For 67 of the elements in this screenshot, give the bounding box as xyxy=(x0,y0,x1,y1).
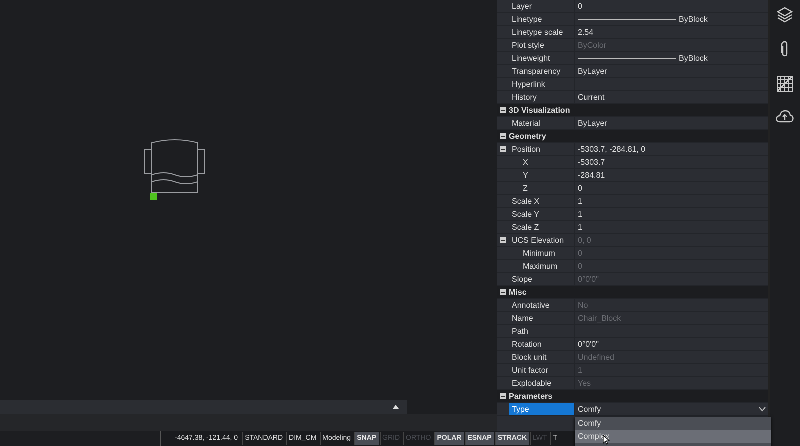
section-header[interactable]: 3D Visualization xyxy=(497,104,768,117)
property-label[interactable]: Type xyxy=(509,403,575,415)
section-title: Misc xyxy=(509,288,527,296)
property-label[interactable]: Scale Y xyxy=(509,208,575,220)
property-value[interactable]: -5303.7, -284.81, 0 xyxy=(578,144,646,154)
property-value[interactable]: Comfy xyxy=(578,404,602,414)
property-label[interactable]: Rotation xyxy=(509,338,575,350)
dropdown-option[interactable]: Complex xyxy=(575,430,771,443)
section-title: 3D Visualization xyxy=(509,106,570,114)
property-label[interactable]: Path xyxy=(509,325,575,337)
collapse-icon[interactable] xyxy=(500,133,506,139)
section-header[interactable]: Parameters xyxy=(497,390,768,403)
property-value[interactable]: ByBlock xyxy=(679,54,708,62)
collapse-icon[interactable] xyxy=(500,393,506,399)
property-label[interactable]: UCS Elevation xyxy=(509,234,575,246)
property-label[interactable]: Layer xyxy=(509,0,575,12)
property-label[interactable]: Annotative xyxy=(509,299,575,311)
property-value[interactable]: 1 xyxy=(578,222,582,232)
chair-drawing xyxy=(144,137,206,201)
property-label[interactable]: History xyxy=(509,91,575,103)
section-title: Geometry xyxy=(509,132,546,140)
property-value[interactable]: 0°0'0" xyxy=(578,340,599,348)
property-value[interactable]: -5303.7 xyxy=(578,158,606,166)
collapse-icon[interactable] xyxy=(500,237,506,243)
property-label[interactable]: Lineweight xyxy=(509,52,575,64)
property-value[interactable]: 2.54 xyxy=(578,28,594,36)
property-value[interactable]: -284.81 xyxy=(578,170,606,180)
property-label[interactable]: Explodable xyxy=(509,377,575,389)
property-label[interactable]: Linetype scale xyxy=(509,26,575,38)
dropdown-option[interactable]: Comfy xyxy=(575,417,771,430)
property-value[interactable]: 0 xyxy=(578,184,582,192)
property-label[interactable]: Transparency xyxy=(509,65,575,77)
paperclip-icon[interactable] xyxy=(780,41,790,58)
property-label[interactable]: Slope xyxy=(509,273,575,285)
chevron-down-icon[interactable] xyxy=(759,406,766,412)
layers-icon[interactable] xyxy=(777,7,793,23)
property-value[interactable]: ByBlock xyxy=(679,14,708,24)
property-label[interactable]: Plot style xyxy=(509,39,575,51)
property-label[interactable]: Name xyxy=(509,312,575,324)
property-label[interactable]: Scale Z xyxy=(509,221,575,233)
cloud-upload-icon[interactable] xyxy=(776,110,794,123)
property-value[interactable]: 0 xyxy=(578,2,582,10)
property-label[interactable]: Hyperlink xyxy=(509,78,575,90)
property-label[interactable]: Scale X xyxy=(509,195,575,207)
hatch-grid-icon[interactable] xyxy=(777,76,793,92)
property-value[interactable]: Current xyxy=(578,92,605,102)
property-label[interactable]: X xyxy=(509,156,575,168)
property-label[interactable]: Block unit xyxy=(509,351,575,363)
property-value[interactable]: ByLayer xyxy=(578,118,608,128)
property-label[interactable]: Linetype xyxy=(509,13,575,25)
property-label[interactable]: Position xyxy=(509,143,575,155)
property-value[interactable]: 1 xyxy=(578,210,582,218)
section-header[interactable]: Geometry xyxy=(497,130,768,143)
section-header[interactable]: Misc xyxy=(497,286,768,299)
property-label[interactable]: Minimum xyxy=(509,247,575,259)
collapse-icon[interactable] xyxy=(500,146,506,152)
property-value[interactable]: ByLayer xyxy=(578,66,608,76)
property-label[interactable]: Material xyxy=(509,117,575,129)
caret-up-icon[interactable] xyxy=(393,405,399,409)
collapse-icon[interactable] xyxy=(500,107,506,113)
property-label[interactable]: Z xyxy=(509,182,575,194)
collapse-icon[interactable] xyxy=(500,289,506,295)
property-label[interactable]: Y xyxy=(509,169,575,181)
property-value[interactable]: 1 xyxy=(578,196,582,206)
section-title: Parameters xyxy=(509,392,553,400)
property-label[interactable]: Unit factor xyxy=(509,364,575,376)
property-label[interactable]: Maximum xyxy=(509,260,575,272)
